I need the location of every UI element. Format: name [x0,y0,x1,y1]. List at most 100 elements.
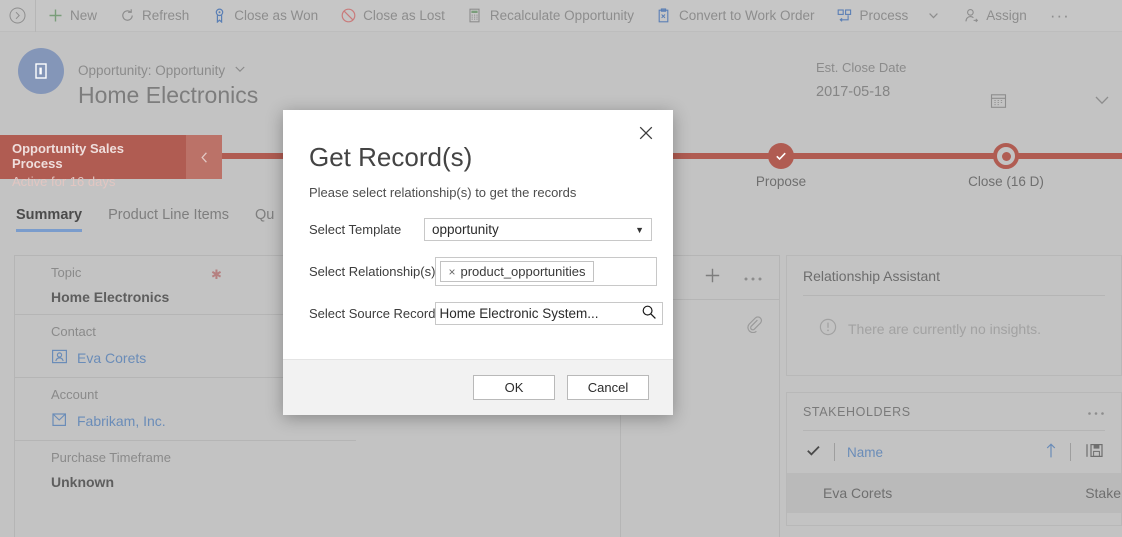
select-source-record-label: Select Source Record [309,306,436,321]
relationship-tag[interactable]: × product_opportunities [440,261,594,282]
stakeholder-role: Stake [1085,485,1121,501]
command-bar-expand-button[interactable] [0,0,36,32]
field-purchase-timeframe-value[interactable]: Unknown [51,474,356,490]
relationship-tag-label: product_opportunities [460,264,586,279]
record-header: Opportunity: Opportunity Home Electronic… [0,32,1122,120]
paperclip-icon[interactable] [745,315,763,338]
bpf-stage-propose[interactable]: Propose [756,143,806,189]
command-process-label: Process [859,8,909,23]
contact-icon [51,348,68,368]
command-assign-label: Assign [986,8,1027,23]
ribbon-icon [211,8,227,24]
grid-header-divider-2 [1070,443,1071,461]
tab-product-line-items-label: Product Line Items [108,207,229,223]
page-title: Home Electronics [78,82,259,108]
stakeholders-column-name[interactable]: Name [847,445,1032,460]
cancel-button[interactable]: Cancel [567,375,649,400]
tab-summary[interactable]: Summary [16,205,83,232]
calculator-icon [467,8,483,24]
save-icon[interactable] [1083,442,1105,462]
caret-down-icon: ▼ [635,224,644,235]
command-refresh[interactable]: Refresh [108,0,200,32]
relationship-assistant-empty-state: There are currently no insights. [803,296,1105,363]
middle-overflow-button[interactable] [743,269,763,287]
plus-icon [47,8,63,24]
select-template-value: opportunity [432,222,499,237]
select-relationships-row: Select Relationship(s) × product_opportu… [283,257,673,286]
select-template-row: Select Template opportunity ▼ [283,218,673,241]
bpf-process-name: Opportunity Sales Process [12,141,124,171]
command-close-as-lost-label: Close as Lost [363,8,445,23]
command-new[interactable]: New [36,0,108,32]
command-overflow-button[interactable]: ··· [1038,6,1082,26]
required-asterisk-icon: ✱ [211,267,222,282]
command-convert-to-work-order[interactable]: Convert to Work Order [645,0,826,32]
command-close-as-won[interactable]: Close as Won [200,0,329,32]
bpf-stage-close[interactable]: Close (16 D) [968,143,1044,189]
grid-header-divider [834,443,835,461]
header-expand-chevron-icon[interactable] [1092,90,1112,115]
assign-user-icon [963,8,979,24]
chevron-right-circle-icon [9,7,26,24]
app-root: New Refresh Close as Won Close as Lost R… [0,0,1122,537]
relationship-assistant-card: Relationship Assistant There are current… [786,255,1122,376]
dialog-title: Get Record(s) [309,142,473,172]
close-icon [639,126,653,140]
select-relationships-input[interactable]: × product_opportunities [435,257,658,286]
remove-tag-icon[interactable]: × [448,265,455,279]
get-records-dialog: Get Record(s) Please select relationship… [283,110,673,415]
command-convert-label: Convert to Work Order [678,8,815,23]
select-relationships-label: Select Relationship(s) [309,264,436,279]
chevron-down-icon[interactable] [925,8,941,24]
bpf-process-status: Active for 16 days [12,174,116,189]
right-panel: Relationship Assistant There are current… [786,255,1122,537]
command-assign[interactable]: Assign [952,0,1038,32]
stakeholders-grid-header: Name [803,431,1105,473]
select-template-dropdown[interactable]: opportunity ▼ [424,218,652,241]
calendar-icon[interactable] [990,92,1007,114]
bpf-stage-propose-label: Propose [755,174,807,189]
header-close-date: Est. Close Date 2017-05-18 [816,60,906,100]
bpf-collapse-button[interactable] [186,135,222,179]
account-icon [51,411,68,431]
dialog-close-button[interactable] [633,120,659,146]
dialog-body: Select Template opportunity ▼ Select Rel… [283,218,673,341]
stakeholders-header: STAKEHOLDERS [803,405,1105,431]
tab-quotes[interactable]: Qu [255,205,274,223]
command-process[interactable]: Process [826,0,953,32]
checkmark-icon [776,152,786,161]
search-icon[interactable] [641,304,657,323]
command-refresh-label: Refresh [142,8,190,23]
dialog-subtitle: Please select relationship(s) to get the… [309,185,577,200]
ellipsis-icon [744,277,762,280]
process-icon [837,8,853,24]
stakeholder-name: Eva Corets [823,485,893,501]
select-source-record-row: Select Source Record Home Electronic Sys… [283,302,673,325]
command-bar: New Refresh Close as Won Close as Lost R… [0,0,1122,32]
dialog-footer: OK Cancel [283,359,673,415]
record-entity-label: Opportunity: Opportunity [78,63,226,78]
stakeholders-title: STAKEHOLDERS [803,405,911,419]
command-close-as-won-label: Close as Won [234,8,319,23]
table-row[interactable]: Eva Corets Stake [787,473,1121,513]
relationship-assistant-empty-text: There are currently no insights. [848,320,1041,337]
close-date-value[interactable]: 2017-05-18 [816,84,906,100]
tab-product-line-items[interactable]: Product Line Items [108,205,229,223]
command-close-as-lost[interactable]: Close as Lost [329,0,456,32]
field-purchase-timeframe-label: Purchase Timeframe [51,450,171,465]
bpf-stage-info[interactable]: Opportunity Sales Process Active for 16 … [0,135,186,189]
refresh-icon [119,8,135,24]
stakeholders-overflow-button[interactable] [1087,405,1105,419]
select-source-record-input[interactable]: Home Electronic System... [435,302,664,325]
ok-button[interactable]: OK [473,375,555,400]
plus-icon [705,268,720,282]
select-all-checkmark-icon[interactable] [805,442,822,462]
command-recalculate-opportunity[interactable]: Recalculate Opportunity [456,0,645,32]
add-record-button[interactable] [704,267,721,289]
command-recalculate-label: Recalculate Opportunity [489,8,634,23]
info-circle-icon [819,318,837,339]
record-entity-breadcrumb[interactable]: Opportunity: Opportunity [78,62,247,79]
avatar [18,48,64,94]
chevron-down-icon[interactable] [233,62,247,79]
sort-ascending-icon[interactable] [1044,442,1058,462]
